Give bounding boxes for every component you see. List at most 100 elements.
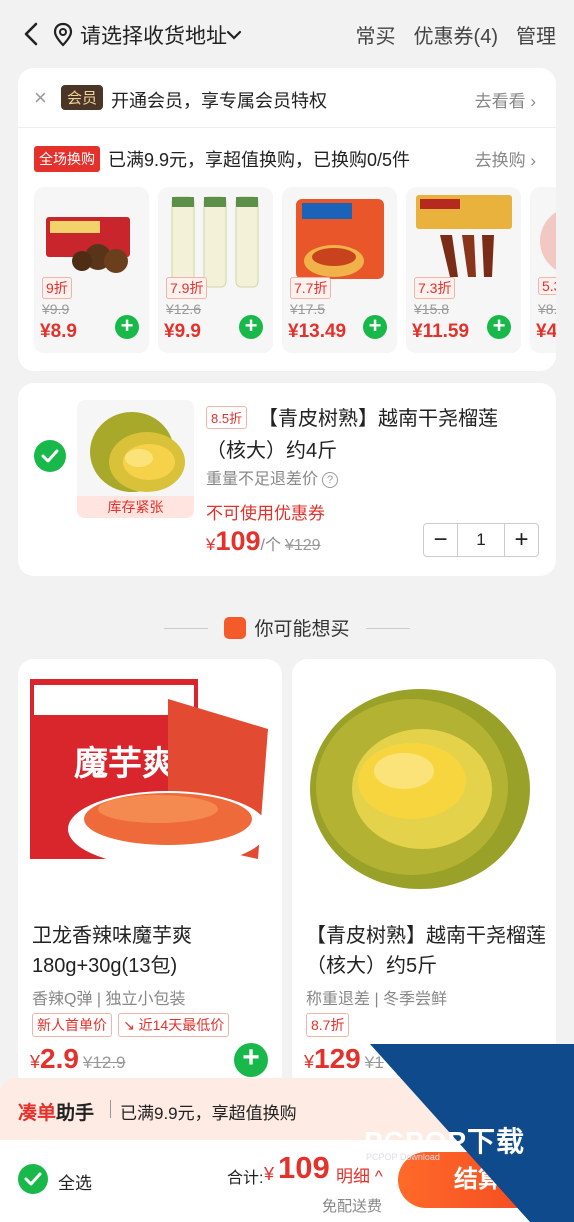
help-icon[interactable]: ? bbox=[322, 472, 339, 488]
discount-tag: 7.3折 bbox=[414, 277, 456, 299]
promo-card: × 会员 开通会员，享专属会员特权 去看看 › 全场换购 已满9.9元，享超值换… bbox=[18, 68, 556, 371]
swap-product-item[interactable]: 7.3折 ¥15.8 ¥11.59 + bbox=[406, 187, 521, 353]
quantity-stepper: − 1 + bbox=[423, 523, 539, 557]
item-checkbox[interactable] bbox=[34, 440, 66, 472]
product-tags: 新人首单价 ↘ 近14天最低价 bbox=[32, 1013, 230, 1037]
go-swap-link[interactable]: 去换购 › bbox=[475, 146, 536, 171]
frequent-buy-link[interactable]: 常买 bbox=[356, 20, 396, 49]
manage-link[interactable]: 管理 bbox=[516, 20, 556, 49]
quantity-value[interactable]: 1 bbox=[457, 524, 505, 556]
coupon-note: 不可使用优惠券 bbox=[206, 504, 325, 523]
product-title[interactable]: 卫龙香辣味魔芋爽180g+30g(13包) bbox=[32, 921, 272, 981]
discount-tag: 5.3 bbox=[538, 277, 556, 295]
product-subtitle: 香辣Q弹 | 独立小包装 bbox=[32, 991, 186, 1008]
increase-button[interactable]: + bbox=[505, 524, 538, 556]
product-image bbox=[416, 195, 512, 277]
watermark-subtext: PCPOP Download bbox=[366, 1152, 440, 1162]
original-price: ¥8. bbox=[538, 301, 556, 317]
shopping-bag-icon bbox=[224, 617, 247, 639]
check-icon bbox=[41, 449, 59, 463]
swap-banner: 全场换购 已满9.9元，享超值换购，已换购0/5件 去换购 › bbox=[18, 128, 556, 188]
select-all-checkbox[interactable] bbox=[18, 1164, 48, 1194]
helper-title-b: 助手 bbox=[56, 1103, 95, 1124]
see-more-link[interactable]: 去看看 › bbox=[475, 87, 536, 112]
add-to-cart-icon[interactable]: + bbox=[234, 1043, 268, 1077]
original-price: ¥12.9 bbox=[82, 1053, 126, 1072]
member-text: 开通会员，享专属会员特权 bbox=[111, 91, 327, 111]
swap-product-item[interactable]: 9折 ¥9.9 ¥8.9 + bbox=[34, 187, 149, 353]
tag: 8.7折 bbox=[306, 1013, 350, 1037]
swap-price: ¥4 bbox=[536, 321, 556, 342]
swap-price: ¥13.49 bbox=[288, 321, 347, 342]
discount-tag: 9折 bbox=[42, 277, 72, 299]
close-icon[interactable]: × bbox=[34, 87, 47, 109]
original-price: ¥129 bbox=[284, 537, 321, 554]
original-price: ¥17.5 bbox=[290, 301, 326, 317]
member-badge: 会员 bbox=[61, 85, 104, 110]
back-arrow-icon[interactable] bbox=[18, 20, 46, 48]
chevron-down-icon[interactable] bbox=[225, 26, 243, 44]
select-all-label[interactable]: 全选 bbox=[58, 1169, 92, 1194]
section-title-text: 你可能想买 bbox=[254, 619, 350, 640]
swap-product-strip[interactable]: 9折 ¥9.9 ¥8.9 + 7.9折 ¥12.6 ¥9.9 + 7.7折 ¥1… bbox=[34, 187, 556, 355]
product-title[interactable]: 【青皮树熟】越南干尧榴莲（核大）约5斤 bbox=[306, 921, 546, 981]
discount-tag: 7.9折 bbox=[166, 277, 208, 299]
cart-item-title[interactable]: 【青皮树熟】越南干尧榴莲（核大）约4斤 bbox=[206, 403, 536, 467]
price-value: 129 bbox=[314, 1043, 361, 1074]
product-image bbox=[46, 217, 130, 273]
product-image bbox=[171, 196, 259, 288]
swap-product-item[interactable]: 7.7折 ¥17.5 ¥13.49 + bbox=[282, 187, 397, 353]
price-symbol: ¥ bbox=[30, 1052, 41, 1072]
add-icon[interactable]: + bbox=[487, 315, 511, 339]
product-subtitle: 称重退差 | 冬季尝鲜 bbox=[306, 991, 448, 1008]
swap-text: 已满9.9元，享超值换购，已换购0/5件 bbox=[108, 150, 411, 170]
product-image bbox=[540, 212, 556, 270]
add-icon[interactable]: + bbox=[115, 315, 139, 339]
brand-logo-text: 卫龙 bbox=[68, 722, 100, 741]
helper-title: 凑单助手 bbox=[18, 1098, 94, 1125]
product-price: ¥2.9 ¥12.9 bbox=[30, 1043, 126, 1075]
discount-tag: 7.7折 bbox=[290, 277, 332, 299]
swap-price: ¥9.9 bbox=[164, 321, 201, 342]
product-image bbox=[292, 659, 556, 909]
total-symbol: ¥ bbox=[264, 1164, 275, 1184]
price-symbol: ¥ bbox=[304, 1052, 315, 1072]
swap-price: ¥11.59 bbox=[412, 321, 470, 342]
swap-product-item[interactable]: 5.3 ¥8. ¥4 bbox=[530, 187, 556, 353]
original-price: ¥9.9 bbox=[42, 301, 70, 317]
address-selector[interactable]: 请选择收货地址 bbox=[80, 20, 227, 50]
swap-product-item[interactable]: 7.9折 ¥12.6 ¥9.9 + bbox=[158, 187, 273, 353]
weight-note: 重量不足退差价? bbox=[206, 465, 339, 489]
original-price: ¥15.8 bbox=[414, 301, 450, 317]
total-amount: 109 bbox=[278, 1150, 330, 1185]
original-price: ¥12.6 bbox=[166, 301, 202, 317]
header-actions: 常买 优惠券(4) 管理 bbox=[356, 20, 556, 49]
price-unit: /个 bbox=[260, 537, 281, 554]
brand-text: 魔芋爽 bbox=[74, 745, 176, 783]
tag: 新人首单价 bbox=[32, 1013, 112, 1037]
price-value: 109 bbox=[215, 526, 261, 556]
member-banner[interactable]: × 会员 开通会员，享专属会员特权 去看看 › bbox=[18, 68, 556, 128]
section-title: 你可能想买 bbox=[0, 614, 574, 641]
cart-item-card: 库存紧张 【青皮树熟】越南干尧榴莲（核大）约4斤 8.5折 重量不足退差价? 不… bbox=[18, 383, 556, 576]
coupons-link[interactable]: 优惠券(4) bbox=[414, 20, 498, 49]
chevron-right-icon: › bbox=[530, 92, 536, 111]
product-tags: 8.7折 bbox=[306, 1013, 350, 1037]
go-swap-label: 去换购 bbox=[474, 151, 526, 170]
weight-note-text: 重量不足退差价 bbox=[206, 471, 319, 488]
cart-price: ¥109/个 ¥129 bbox=[206, 526, 321, 557]
chevron-right-icon: › bbox=[530, 151, 536, 170]
add-icon[interactable]: + bbox=[363, 315, 387, 339]
add-icon[interactable]: + bbox=[239, 315, 263, 339]
product-image bbox=[296, 199, 384, 279]
divider bbox=[110, 1100, 111, 1118]
check-icon bbox=[24, 1172, 42, 1186]
decrease-button[interactable]: − bbox=[424, 524, 457, 556]
helper-text: 已满9.9元，享超值换购 bbox=[120, 1104, 297, 1123]
stock-warning: 库存紧张 bbox=[77, 496, 194, 518]
recommend-card[interactable]: 魔芋爽 卫龙 卫龙香辣味魔芋爽180g+30g(13包) 香辣Q弹 | 独立小包… bbox=[18, 659, 282, 1089]
helper-title-a: 凑单 bbox=[18, 1103, 57, 1124]
recommend-card[interactable]: 【青皮树熟】越南干尧榴莲（核大）约5斤 称重退差 | 冬季尝鲜 8.7折 ¥12… bbox=[292, 659, 556, 1089]
swap-price: ¥8.9 bbox=[40, 321, 77, 342]
product-image: 魔芋爽 卫龙 bbox=[18, 659, 282, 909]
